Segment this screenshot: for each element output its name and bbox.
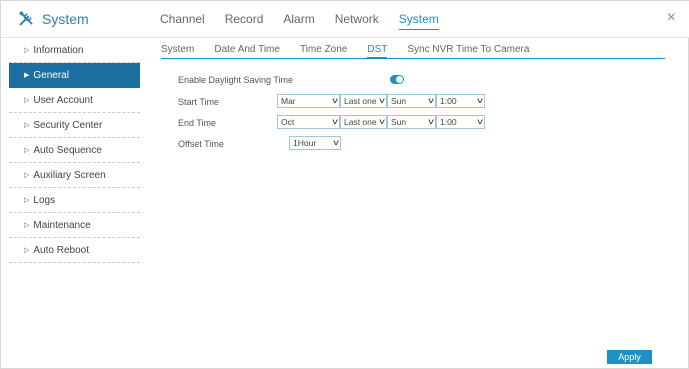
sidebar-item-label: Maintenance bbox=[33, 220, 91, 231]
offset-time-label: Offset Time bbox=[178, 139, 224, 149]
chevron-down-icon: v bbox=[477, 96, 483, 105]
start-hour-value: 1:00 bbox=[440, 96, 457, 106]
triangle-right-icon: ▷ bbox=[24, 197, 30, 204]
sidebar-item-label: Information bbox=[33, 45, 84, 56]
enable-dst-label: Enable Daylight Saving Time bbox=[178, 75, 294, 85]
tab-date-and-time[interactable]: Date And Time bbox=[214, 41, 280, 59]
chevron-down-icon: v bbox=[332, 117, 338, 126]
sidebar-item-label: Logs bbox=[33, 195, 56, 206]
sidebar-item-logs[interactable]: ▷ Logs bbox=[9, 188, 140, 213]
chevron-down-icon: v bbox=[379, 96, 385, 105]
start-day-select[interactable]: Sun v bbox=[387, 94, 436, 108]
end-hour-value: 1:00 bbox=[440, 117, 457, 127]
triangle-right-icon: ▷ bbox=[24, 97, 30, 104]
start-day-value: Sun bbox=[391, 96, 407, 106]
start-week-value: Last one bbox=[344, 96, 377, 106]
app-title: System bbox=[42, 10, 89, 27]
chevron-down-icon: v bbox=[477, 117, 483, 126]
chevron-down-icon: v bbox=[333, 138, 339, 147]
sidebar-item-label: Auto Reboot bbox=[33, 245, 89, 256]
start-month-select[interactable]: Mar v bbox=[277, 94, 340, 108]
triangle-right-icon: ▷ bbox=[24, 147, 30, 154]
header-bar: System Channel Record Alarm Network Syst… bbox=[1, 1, 689, 38]
close-icon[interactable]: × bbox=[667, 9, 676, 27]
sidebar-item-general[interactable]: ▶ General bbox=[9, 63, 140, 88]
brand: System bbox=[18, 10, 89, 27]
apply-button[interactable]: Apply bbox=[607, 350, 652, 364]
sidebar-item-user-account[interactable]: ▷ User Account bbox=[9, 88, 140, 113]
start-hour-select[interactable]: 1:00 v bbox=[436, 94, 485, 108]
sidebar-item-information[interactable]: ▷ Information bbox=[9, 38, 140, 63]
tools-icon bbox=[18, 10, 33, 26]
top-nav: Channel Record Alarm Network System bbox=[160, 1, 459, 38]
triangle-right-icon: ▷ bbox=[24, 47, 30, 54]
end-week-value: Last one bbox=[344, 117, 377, 127]
triangle-right-icon: ▷ bbox=[24, 122, 30, 129]
end-week-select[interactable]: Last one v bbox=[340, 115, 387, 129]
end-month-select[interactable]: Oct v bbox=[277, 115, 340, 129]
sidebar-item-auto-sequence[interactable]: ▷ Auto Sequence bbox=[9, 138, 140, 163]
nav-channel[interactable]: Channel bbox=[160, 1, 205, 38]
sub-tabs: System Date And Time Time Zone DST Sync … bbox=[161, 41, 665, 59]
sidebar-item-security-center[interactable]: ▷ Security Center bbox=[9, 113, 140, 138]
end-day-value: Sun bbox=[391, 117, 407, 127]
toggle-knob bbox=[396, 76, 403, 83]
tab-system[interactable]: System bbox=[161, 41, 194, 59]
chevron-down-icon: v bbox=[332, 96, 338, 105]
settings-window: System Channel Record Alarm Network Syst… bbox=[0, 0, 689, 369]
sidebar-item-auto-reboot[interactable]: ▷ Auto Reboot bbox=[9, 238, 140, 263]
sidebar-item-label: Auxiliary Screen bbox=[33, 170, 106, 181]
nav-system[interactable]: System bbox=[398, 1, 439, 38]
end-month-value: Oct bbox=[281, 117, 295, 127]
tab-dst[interactable]: DST bbox=[367, 41, 388, 59]
sidebar-item-auxiliary-screen[interactable]: ▷ Auxiliary Screen bbox=[9, 163, 140, 188]
end-day-select[interactable]: Sun v bbox=[387, 115, 436, 129]
nav-alarm[interactable]: Alarm bbox=[283, 1, 314, 38]
end-time-label: End Time bbox=[178, 118, 217, 128]
offset-time-select[interactable]: 1Hour v bbox=[289, 136, 341, 150]
triangle-right-icon: ▷ bbox=[24, 247, 30, 254]
triangle-right-icon: ▶ bbox=[24, 72, 30, 79]
triangle-right-icon: ▷ bbox=[24, 172, 30, 179]
tab-sync-nvr-time[interactable]: Sync NVR Time To Camera bbox=[407, 41, 529, 59]
sidebar-item-label: User Account bbox=[33, 95, 93, 106]
chevron-down-icon: v bbox=[379, 117, 385, 126]
tab-time-zone[interactable]: Time Zone bbox=[300, 41, 347, 59]
enable-dst-toggle[interactable] bbox=[390, 75, 404, 84]
chevron-down-icon: v bbox=[428, 117, 434, 126]
end-hour-select[interactable]: 1:00 v bbox=[436, 115, 485, 129]
start-month-value: Mar bbox=[281, 96, 296, 106]
sidebar-item-maintenance[interactable]: ▷ Maintenance bbox=[9, 213, 140, 238]
triangle-right-icon: ▷ bbox=[24, 222, 30, 229]
sidebar-item-label: Security Center bbox=[33, 120, 103, 131]
nav-record[interactable]: Record bbox=[225, 1, 264, 38]
chevron-down-icon: v bbox=[428, 96, 434, 105]
offset-time-value: 1Hour bbox=[293, 138, 317, 148]
sidebar-item-label: General bbox=[33, 70, 69, 81]
start-week-select[interactable]: Last one v bbox=[340, 94, 387, 108]
start-time-label: Start Time bbox=[178, 97, 220, 107]
nav-network[interactable]: Network bbox=[335, 1, 379, 38]
sidebar: ▷ Information ▶ General ▷ User Account ▷ Sec… bbox=[9, 38, 140, 263]
sidebar-item-label: Auto Sequence bbox=[33, 145, 102, 156]
